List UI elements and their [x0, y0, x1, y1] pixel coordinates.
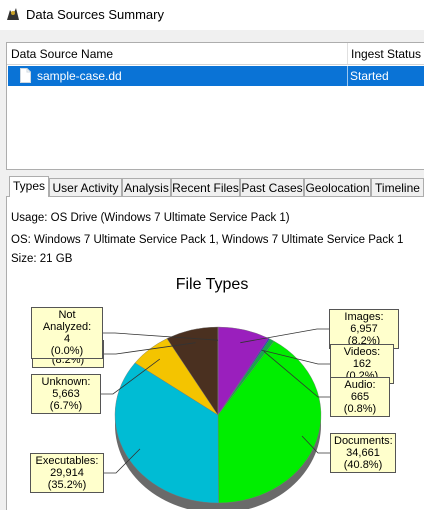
- callout-label: Audio: 665: [334, 379, 386, 403]
- callout-audio: Audio: 665(0.8%): [330, 377, 390, 417]
- callout-label: Not Analyzed:: [35, 309, 99, 333]
- callout-value: (0.8%): [334, 403, 386, 415]
- callout-label: Images: 6,957: [333, 311, 395, 335]
- callout-value: 34,661: [334, 447, 392, 459]
- tab-types[interactable]: Types: [9, 176, 49, 197]
- callout-label: Documents:: [334, 435, 392, 447]
- callout-unknown: Unknown: 5,663(6.7%): [31, 374, 101, 414]
- callout-percent: (35.2%): [34, 479, 100, 491]
- callout-label: Videos: 162: [334, 346, 390, 370]
- callout-value: (6.7%): [35, 400, 97, 412]
- callout-label: Unknown: 5,663: [35, 376, 97, 400]
- callout-value: 4: [35, 333, 99, 345]
- callout-percent: (40.8%): [334, 459, 392, 471]
- callout-percent: (0.0%): [35, 345, 99, 357]
- callout-images: Images: 6,957(8.2%): [329, 309, 399, 349]
- callout-documents: Documents:34,661(40.8%): [330, 433, 396, 473]
- callout-label: Executables:: [34, 455, 100, 467]
- callout-value: 29,914: [34, 467, 100, 479]
- callout-executables: Executables:29,914(35.2%): [30, 453, 104, 493]
- callout-not-analyzed: Not Analyzed:4(0.0%): [31, 307, 103, 359]
